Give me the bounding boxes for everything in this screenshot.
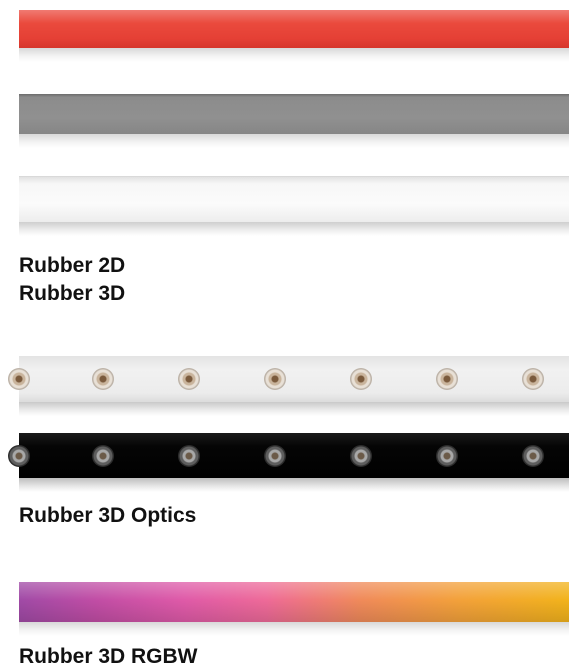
led-lens — [92, 444, 114, 467]
led-lens — [264, 444, 286, 467]
led-lens — [92, 368, 114, 390]
led-lens — [350, 444, 372, 467]
label-rubber-3d: Rubber 3D — [19, 282, 126, 305]
label-rubber-3d-rgbw: Rubber 3D RGBW — [19, 645, 198, 668]
led-lens — [178, 444, 200, 467]
led-lens — [8, 368, 30, 390]
white-optics-strip-image — [8, 356, 569, 416]
black-optics-strip-image — [8, 433, 569, 492]
red-strip-image — [19, 10, 569, 62]
led-lens — [8, 444, 30, 467]
led-lens — [350, 368, 372, 390]
white-strip-image — [19, 176, 569, 236]
led-lens — [178, 368, 200, 390]
led-lens — [264, 368, 286, 390]
rgbw-strip-image — [19, 582, 569, 636]
label-rubber-2d: Rubber 2D — [19, 254, 126, 277]
led-lens — [522, 444, 544, 467]
led-lens — [522, 368, 544, 390]
label-rubber-3d-optics: Rubber 3D Optics — [19, 504, 197, 527]
grey-strip-image — [19, 94, 569, 148]
led-lens — [436, 368, 458, 390]
led-lens — [436, 444, 458, 467]
